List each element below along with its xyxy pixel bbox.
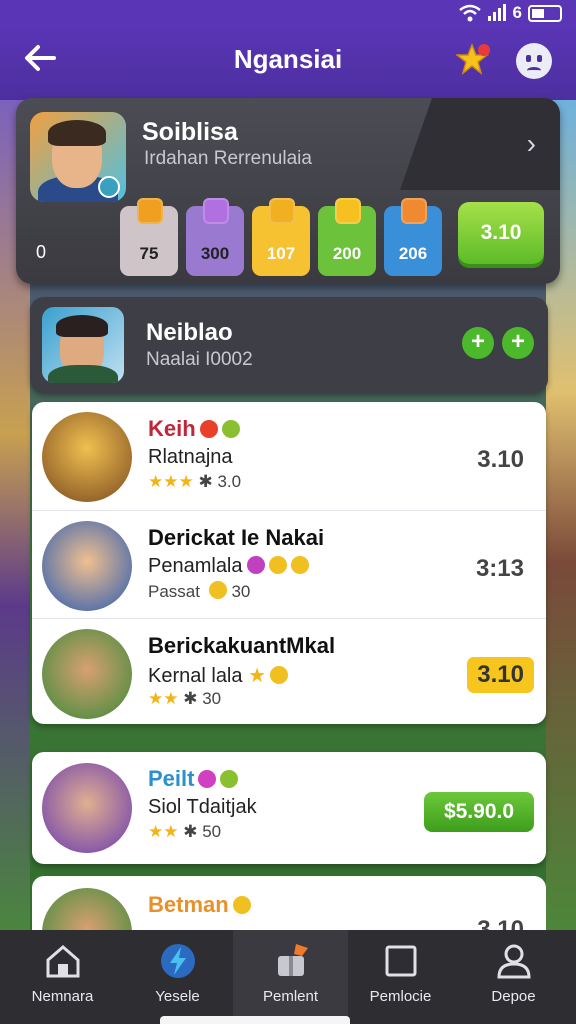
square-icon	[385, 945, 417, 977]
resource-item[interactable]: 107	[252, 198, 310, 276]
resource-value: 200	[332, 244, 362, 263]
user-icon	[497, 944, 531, 979]
stars-icon: ★★★	[148, 472, 194, 491]
player-avatar	[42, 629, 132, 719]
stars-icon: ★★	[148, 689, 179, 708]
nav-label: Depoe	[491, 988, 536, 1005]
player-name: Derickat Ie Nakai	[148, 525, 325, 550]
player-rating: ★★ ✱ 30	[148, 689, 222, 708]
resource-value: 206	[398, 244, 428, 263]
coin-icon	[290, 556, 309, 574]
friend-name: Neiblao	[146, 319, 233, 346]
list-item[interactable]: Keih Rlatnajna ★★★ ✱ 3.0 3.10	[32, 402, 546, 508]
lightning-icon	[161, 944, 195, 978]
price-button[interactable]: $5.90.0	[424, 792, 534, 832]
offer-rating: ★★ ✱ 50	[148, 822, 222, 841]
counter-label: 0	[36, 242, 47, 262]
offer-card[interactable]: Peilt Siol Tdaitjak ★★ ✱ 50 $5.90.0	[32, 752, 546, 864]
player-score: 3:13	[475, 555, 524, 582]
resource-icon	[137, 198, 163, 224]
home-icon	[46, 945, 80, 978]
chevron-right-icon[interactable]: ›	[527, 128, 536, 160]
nav-item-pemlent[interactable]: Pemlent	[233, 930, 348, 1024]
star-icon	[454, 42, 490, 75]
card-sheen	[400, 98, 560, 190]
nav-item-depoe[interactable]: Depoe	[456, 930, 571, 1024]
list-item[interactable]: BerickakuantMkal Kernal lala ★ ★★ ✱ 30 3…	[32, 618, 546, 724]
profile-name: Soiblisa	[142, 118, 238, 146]
coin-icon	[270, 666, 289, 684]
nav-item-yesele[interactable]: Yesele	[120, 930, 235, 1024]
coin-icon	[220, 770, 239, 788]
player-rating: Passat 30	[148, 581, 251, 601]
player-list: Keih Rlatnajna ★★★ ✱ 3.0 3.10 Derickat I…	[32, 402, 546, 724]
player-score-highlight: 3.10	[467, 657, 534, 693]
player-detail: Rlatnajna	[148, 446, 233, 468]
offer-avatar	[42, 763, 132, 853]
player-avatar	[42, 412, 132, 502]
friend-avatar	[42, 307, 124, 383]
coin-icon	[208, 581, 227, 599]
friend-card[interactable]: Neiblao Naalai I0002 + +	[30, 297, 548, 393]
star-icon: ★	[248, 665, 267, 687]
profile-avatar[interactable]	[30, 112, 126, 202]
coin-icon	[268, 556, 287, 574]
profile-face-button[interactable]	[516, 43, 552, 79]
nav-item-pemlocie[interactable]: Pemlocie	[343, 930, 458, 1024]
cell-signal-icon	[487, 4, 506, 21]
resource-item[interactable]: 206	[384, 198, 442, 276]
nav-label: Yesele	[155, 988, 200, 1005]
friend-subtitle: Naalai I0002	[146, 349, 253, 370]
resource-item[interactable]: 300	[186, 198, 244, 276]
signal-label: 6	[512, 3, 522, 22]
resource-icon	[335, 198, 361, 224]
bottom-navigation: Nemnara Yesele Pemlent Pemlocie Depoe	[0, 930, 576, 1024]
resource-value: 75	[139, 244, 159, 263]
profile-card: Soiblisa Irdahan Rerrenulaia › 0 75 300 …	[16, 98, 560, 284]
player-name: Betman	[148, 892, 251, 918]
offer-detail: Siol Tdaitjak	[148, 796, 257, 818]
coin-icon	[232, 896, 251, 914]
player-name: BerickakuantMkal	[148, 633, 336, 658]
profile-subtitle: Irdahan Rerrenulaia	[144, 148, 312, 169]
nav-item-home[interactable]: Nemnara	[5, 930, 120, 1024]
gift-icon	[278, 944, 308, 976]
player-avatar	[42, 521, 132, 611]
gem-icon	[246, 556, 265, 574]
nav-label: Pemlent	[262, 988, 319, 1005]
active-tab-indicator	[160, 1016, 350, 1024]
player-name: Keih	[148, 416, 240, 442]
add-friend-button[interactable]: +	[462, 327, 494, 359]
gem-icon	[198, 770, 217, 788]
resource-icon	[269, 198, 295, 224]
player-detail: Penamlala	[148, 555, 309, 578]
resource-value: 300	[200, 244, 230, 263]
gem-icon	[199, 420, 218, 438]
add-button[interactable]: +	[502, 327, 534, 359]
wifi-icon	[458, 4, 481, 22]
nav-label: Pemlocie	[369, 988, 432, 1005]
coin-icon	[221, 420, 240, 438]
resource-value: 107	[266, 244, 296, 263]
stars-icon: ★★	[148, 822, 179, 841]
offer-title: Peilt	[148, 766, 239, 792]
resource-icon	[401, 198, 427, 224]
level-badge-icon	[98, 176, 120, 198]
favorites-button[interactable]	[454, 42, 492, 78]
resource-item[interactable]: 75	[120, 198, 178, 276]
resource-icon	[203, 198, 229, 224]
primary-action-button[interactable]: 3.10	[458, 202, 544, 264]
list-item[interactable]: Derickat Ie Nakai Penamlala Passat 30 3:…	[32, 510, 546, 616]
player-score: 3.10	[477, 446, 524, 473]
nav-label: Nemnara	[31, 988, 94, 1005]
app-header: Ngansiai	[0, 26, 576, 100]
player-rating: ★★★ ✱ 3.0	[148, 472, 242, 491]
battery-icon	[528, 4, 562, 22]
player-detail: Kernal lala ★	[148, 663, 289, 688]
resource-item[interactable]: 200	[318, 198, 376, 276]
status-bar: 6	[0, 0, 576, 26]
